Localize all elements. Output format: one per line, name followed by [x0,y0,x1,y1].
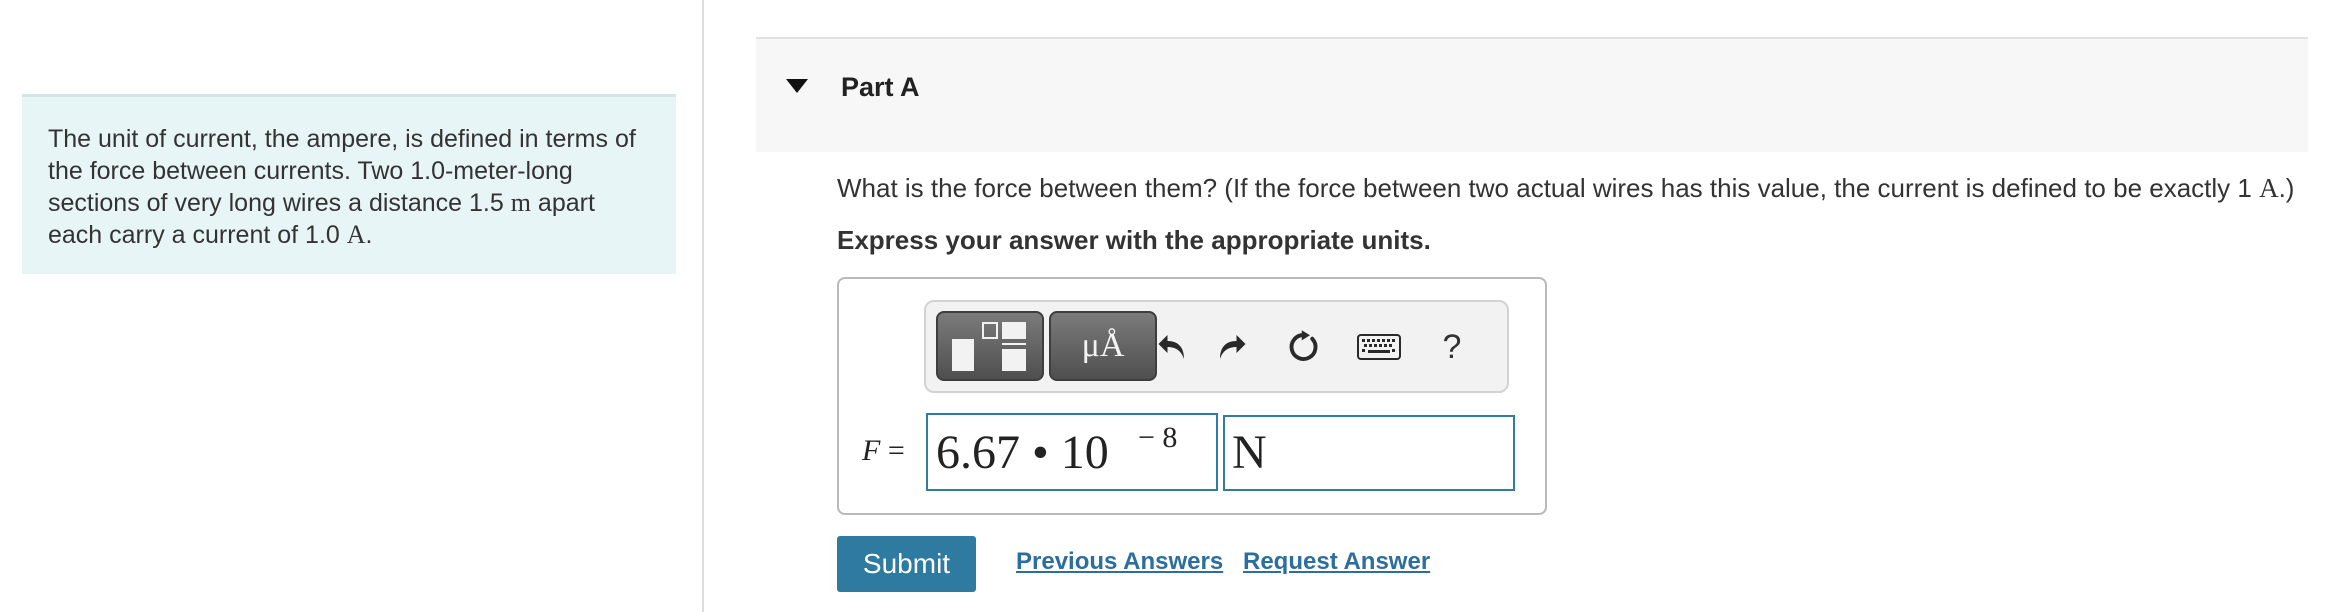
request-answer-link[interactable]: Request Answer [1243,548,1430,576]
problem-text-3: . [365,221,373,249]
math-toolbar: μÅ ? [924,300,1509,393]
answer-instruction: Express your answer with the appropriate… [837,225,1431,255]
units-button[interactable]: μÅ [1049,311,1157,381]
answer-box: μÅ ? F = 6.67 • 10 − 8 N [837,277,1547,515]
value-exponent: − 8 [1138,421,1178,454]
question-text-2: .) [2278,173,2295,203]
undo-icon[interactable] [1151,326,1193,368]
question-unit-ampere: A [2259,173,2279,203]
panel-divider [702,0,704,612]
templates-button[interactable] [936,311,1044,381]
part-title: Part A [841,72,920,102]
question-text: What is the force between them? (If the … [837,173,2294,204]
part-header: Part A [756,37,2308,152]
answer-value-input[interactable]: 6.67 • 10 − 8 [926,413,1218,491]
reset-icon[interactable] [1283,326,1325,368]
question-text-1: What is the force between them? (If the … [837,173,2260,203]
previous-answers-link[interactable]: Previous Answers [1016,548,1223,576]
problem-statement: The unit of current, the ampere, is defi… [22,94,676,274]
redo-icon[interactable] [1211,326,1253,368]
keyboard-icon[interactable] [1354,326,1404,368]
equals-sign: = [880,434,905,467]
submit-button[interactable]: Submit [837,536,976,592]
collapse-triangle-icon[interactable] [786,79,808,93]
answer-unit-input[interactable]: N [1223,415,1515,491]
unit-value: N [1232,426,1267,479]
problem-unit-meter: m [510,188,531,217]
variable-symbol: F [862,434,881,467]
answer-variable-label: F = [862,434,905,468]
problem-unit-ampere: A [346,220,366,249]
help-icon[interactable]: ? [1431,326,1473,368]
units-icon: μÅ [1081,327,1125,364]
value-mantissa: 6.67 • 10 [936,426,1109,479]
